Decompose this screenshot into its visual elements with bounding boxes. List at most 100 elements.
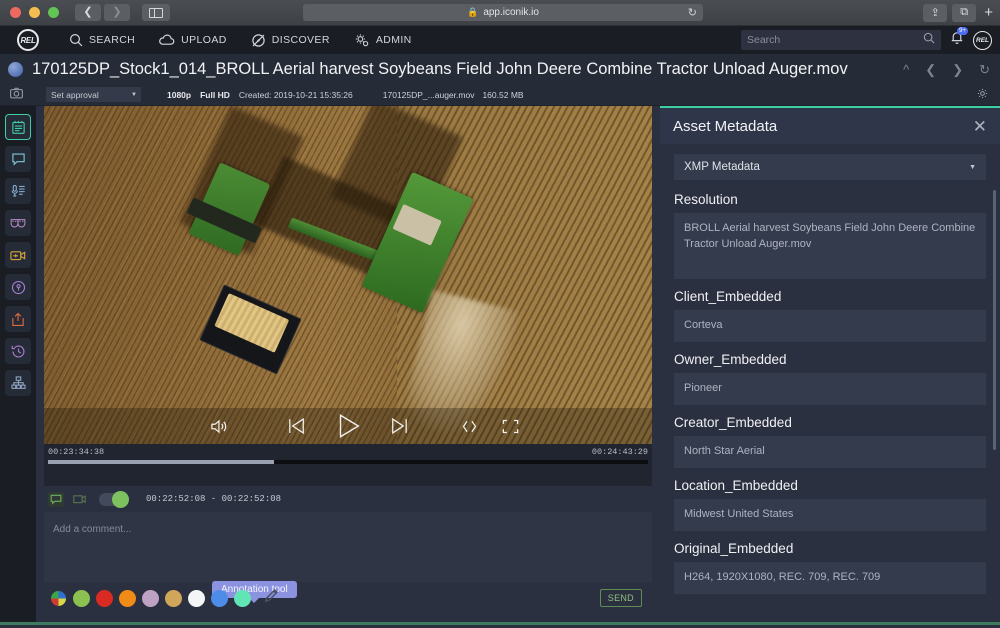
volume-icon[interactable] bbox=[210, 418, 229, 435]
swatch-tan[interactable] bbox=[165, 590, 182, 607]
previous-asset-icon[interactable]: ❮ bbox=[925, 63, 936, 76]
step-back-icon[interactable] bbox=[285, 416, 307, 436]
swatch-white[interactable] bbox=[188, 590, 205, 607]
metadata-field-value[interactable]: Pioneer bbox=[674, 373, 986, 405]
sidebar-item-share[interactable] bbox=[5, 306, 31, 332]
nav-item-admin[interactable]: ADMIN bbox=[354, 33, 412, 48]
comment-marker-icon[interactable] bbox=[48, 492, 64, 507]
nav-item-upload[interactable]: UPLOAD bbox=[159, 34, 227, 46]
browser-nav-buttons: ❮ ❯ bbox=[75, 4, 130, 21]
toggle-knob bbox=[112, 491, 129, 508]
pencil-icon[interactable] bbox=[263, 587, 280, 609]
sidebar-item-proxies[interactable] bbox=[5, 242, 31, 268]
minimize-window-button[interactable] bbox=[29, 7, 40, 18]
gear-icon[interactable] bbox=[977, 86, 988, 104]
asset-type-icon bbox=[8, 62, 23, 77]
metadata-field-value[interactable]: BROLL Aerial harvest Soybeans Field John… bbox=[674, 213, 986, 279]
camera-icon[interactable] bbox=[10, 86, 23, 104]
asset-title-bar: 170125DP_Stock1_014_BROLL Aerial harvest… bbox=[0, 54, 1000, 84]
maximize-window-button[interactable] bbox=[48, 7, 59, 18]
close-icon[interactable]: ✕ bbox=[973, 118, 987, 135]
swatch-multicolor[interactable] bbox=[50, 590, 67, 607]
filename-text: 170125DP_...auger.mov bbox=[383, 90, 475, 100]
notifications-button[interactable]: 9+ bbox=[950, 30, 964, 50]
swatch-green[interactable] bbox=[73, 590, 90, 607]
nav-label: ADMIN bbox=[376, 34, 412, 46]
search-icon[interactable] bbox=[923, 31, 935, 49]
nav-label: UPLOAD bbox=[181, 34, 227, 46]
metadata-field-label: Location_Embedded bbox=[674, 478, 986, 493]
send-button[interactable]: SEND bbox=[600, 589, 642, 607]
metadata-panel-scroll[interactable]: XMP Metadata ▼ Resolution BROLL Aerial h… bbox=[660, 144, 1000, 622]
main-body: 00:23:34:38 00:24:43:29 bbox=[0, 106, 1000, 622]
video-controls-overlay bbox=[44, 408, 652, 444]
swatch-blue[interactable] bbox=[211, 590, 228, 607]
timeline-marker-band[interactable] bbox=[44, 468, 652, 486]
sidebar-item-permissions[interactable] bbox=[5, 274, 31, 300]
sidebar-item-comments[interactable] bbox=[5, 146, 31, 172]
set-approval-dropdown[interactable]: Set approval ▼ bbox=[46, 87, 141, 102]
timeline-scrubber[interactable] bbox=[48, 460, 648, 464]
nav-items: SEARCH UPLOAD DISCOVER bbox=[69, 33, 412, 48]
metadata-panel-title: Asset Metadata bbox=[673, 118, 777, 135]
collapse-up-icon[interactable]: ^ bbox=[903, 63, 909, 76]
global-search-box[interactable]: Search bbox=[741, 30, 941, 50]
nav-item-search[interactable]: SEARCH bbox=[69, 33, 135, 47]
swatch-purple[interactable] bbox=[142, 590, 159, 607]
refresh-icon[interactable]: ↻ bbox=[979, 63, 990, 76]
metadata-field-value[interactable]: North Star Aerial bbox=[674, 436, 986, 468]
metadata-field-value[interactable]: H264, 1920X1080, REC. 709, REC. 709 bbox=[674, 562, 986, 594]
metadata-field-value[interactable]: Corteva bbox=[674, 310, 986, 342]
metadata-field: Location_Embedded Midwest United States bbox=[674, 478, 986, 531]
avatar[interactable]: REL bbox=[973, 31, 992, 50]
duration-timecode: 00:24:43:29 bbox=[592, 447, 648, 457]
sidebar-toggle-button[interactable] bbox=[142, 4, 170, 21]
comment-area: Add a comment... Annotation tool bbox=[44, 512, 652, 614]
frame-grab-icon[interactable] bbox=[71, 492, 87, 507]
close-window-button[interactable] bbox=[10, 7, 21, 18]
nav-item-discover[interactable]: DISCOVER bbox=[251, 33, 330, 48]
url-text: app.iconik.io bbox=[483, 7, 539, 18]
url-bar[interactable]: 🔒 app.iconik.io ↻ bbox=[303, 4, 703, 21]
metadata-field-label: Owner_Embedded bbox=[674, 352, 986, 367]
timeline-timecodes: 00:23:34:38 00:24:43:29 bbox=[44, 444, 652, 460]
resolution-badge: 1080p bbox=[167, 90, 191, 100]
forward-button[interactable]: ❯ bbox=[104, 4, 130, 21]
swatch-red[interactable] bbox=[96, 590, 113, 607]
browser-chrome: ❮ ❯ 🔒 app.iconik.io ↻ ⇪ ⧉ + bbox=[0, 0, 1000, 26]
play-icon[interactable] bbox=[333, 411, 363, 441]
mark-in-out-icon[interactable] bbox=[460, 419, 479, 434]
sidebar-item-relations[interactable] bbox=[5, 370, 31, 396]
filesize-text: 160.52 MB bbox=[482, 90, 523, 100]
reload-icon[interactable]: ↻ bbox=[688, 6, 697, 19]
back-button[interactable]: ❮ bbox=[75, 4, 101, 21]
swatch-orange[interactable] bbox=[119, 590, 136, 607]
timeline-subcontrols: 00:22:52:08 - 00:22:52:08 bbox=[44, 486, 652, 512]
share-icon[interactable]: ⇪ bbox=[923, 4, 947, 22]
step-forward-icon[interactable] bbox=[389, 416, 411, 436]
browser-right-actions: ⇪ ⧉ + bbox=[923, 4, 996, 22]
metadata-scrollbar[interactable] bbox=[993, 190, 996, 450]
selected-range-timecode: 00:22:52:08 - 00:22:52:08 bbox=[146, 494, 281, 504]
metadata-field: Original_Embedded H264, 1920X1080, REC. … bbox=[674, 541, 986, 594]
sidebar-item-history[interactable] bbox=[5, 338, 31, 364]
sidebar-item-metadata[interactable] bbox=[5, 114, 31, 140]
window-traffic-lights bbox=[0, 7, 59, 18]
metadata-view-dropdown[interactable]: XMP Metadata ▼ bbox=[674, 154, 986, 180]
next-asset-icon[interactable]: ❯ bbox=[952, 63, 963, 76]
annotation-toggle[interactable] bbox=[99, 493, 127, 506]
swatch-mint[interactable] bbox=[234, 590, 251, 607]
app-logo[interactable]: REL bbox=[17, 29, 39, 51]
video-frame[interactable] bbox=[44, 106, 652, 444]
sidebar-item-faces[interactable] bbox=[5, 210, 31, 236]
tab-overview-icon[interactable]: ⧉ bbox=[952, 4, 976, 22]
metadata-field-value[interactable]: Midwest United States bbox=[674, 499, 986, 531]
comment-input[interactable]: Add a comment... bbox=[44, 512, 652, 582]
video-player[interactable] bbox=[44, 106, 652, 444]
sidebar-item-transcription[interactable] bbox=[5, 178, 31, 204]
metadata-field-label: Resolution bbox=[674, 192, 986, 207]
combine-cab bbox=[393, 204, 442, 246]
meta-chips: 1080p Full HD Created: 2019-10-21 15:35:… bbox=[167, 90, 353, 100]
new-tab-button[interactable]: + bbox=[981, 4, 996, 21]
fullscreen-icon[interactable] bbox=[502, 419, 519, 434]
